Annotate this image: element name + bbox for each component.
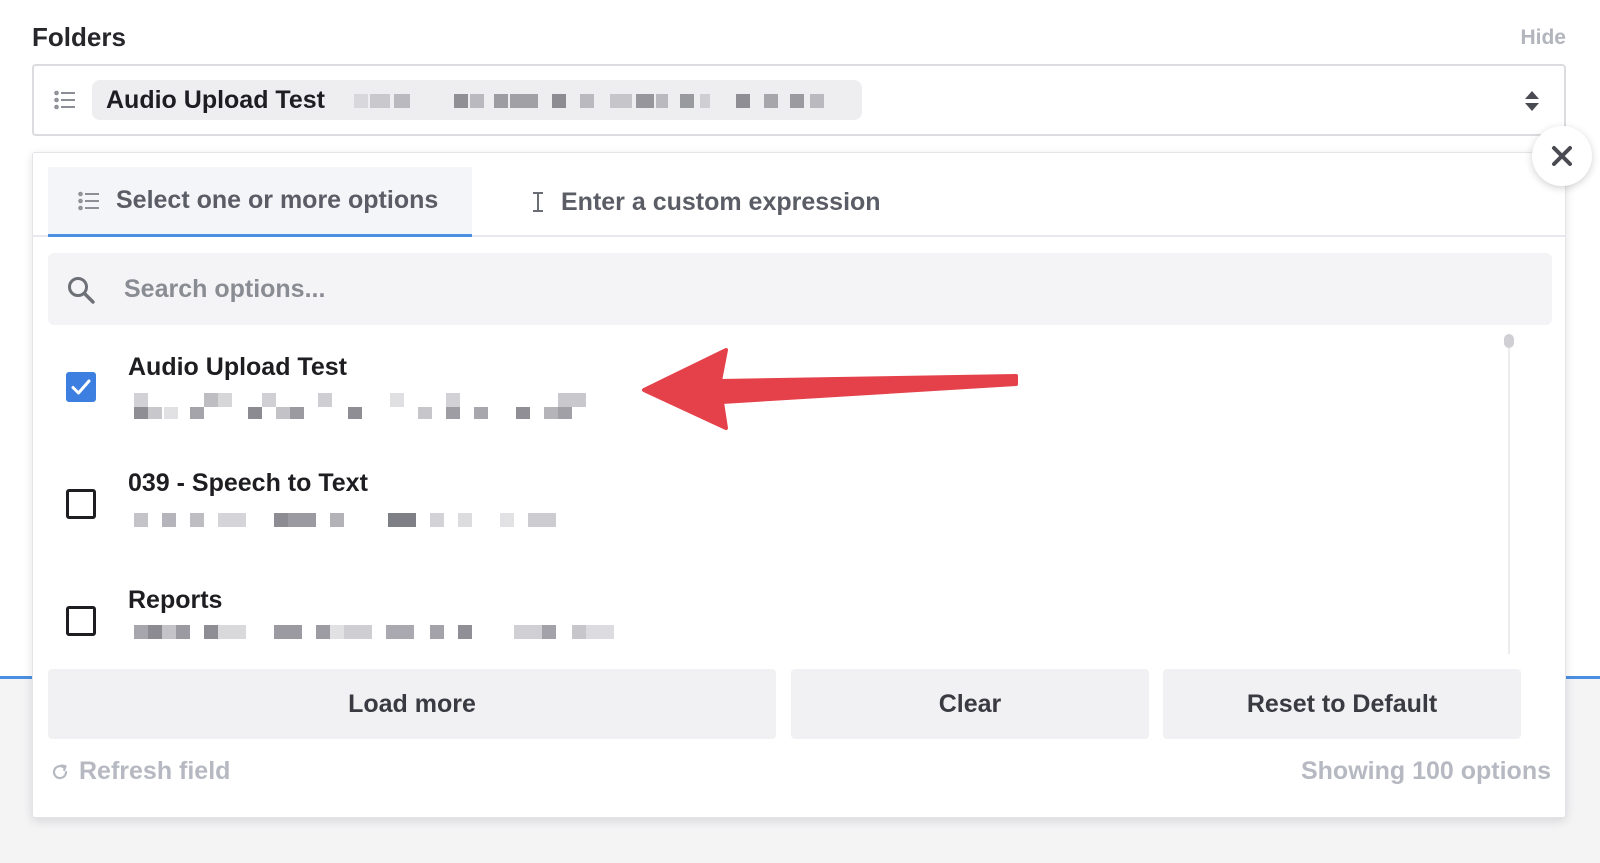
option-title: 039 - Speech to Text xyxy=(128,469,368,497)
list-icon xyxy=(78,191,99,210)
scrollbar-thumb[interactable] xyxy=(1504,334,1514,348)
clear-button[interactable]: Clear xyxy=(791,669,1149,739)
checkbox-checked[interactable] xyxy=(66,372,96,402)
redacted-text xyxy=(354,94,824,108)
hide-link[interactable]: Hide xyxy=(1520,26,1566,50)
selected-chip-label: Audio Upload Test xyxy=(106,86,325,114)
tab-select-options[interactable]: Select one or more options xyxy=(48,167,472,237)
tab-custom-expression-label: Enter a custom expression xyxy=(561,187,881,216)
annotation-arrow xyxy=(642,348,1018,430)
redacted-text xyxy=(134,393,586,419)
tab-bar: Select one or more options Enter a custo… xyxy=(33,153,1565,237)
search-input[interactable] xyxy=(124,269,1524,309)
tab-select-options-label: Select one or more options xyxy=(116,186,439,214)
reset-to-default-button[interactable]: Reset to Default xyxy=(1163,669,1521,739)
refresh-field-link[interactable]: Refresh field xyxy=(51,757,230,786)
checkmark-icon xyxy=(71,379,91,395)
list-icon xyxy=(54,90,75,110)
close-icon xyxy=(1552,146,1572,166)
option-title: Audio Upload Test xyxy=(128,353,347,381)
search-box xyxy=(48,253,1552,325)
screen: Folders Hide Audio Upload Test Select on… xyxy=(0,0,1600,863)
checkbox[interactable] xyxy=(66,606,96,636)
close-button[interactable] xyxy=(1532,126,1592,186)
refresh-field-label: Refresh field xyxy=(79,757,231,785)
scrollbar[interactable] xyxy=(1498,334,1520,654)
option-title: Reports xyxy=(128,586,223,614)
scrollbar-track xyxy=(1508,334,1510,654)
refresh-icon xyxy=(52,763,68,779)
load-more-button[interactable]: Load more xyxy=(48,669,776,739)
search-icon xyxy=(68,277,95,304)
selected-chip: Audio Upload Test xyxy=(92,80,862,120)
list-item[interactable]: 039 - Speech to Text xyxy=(48,455,1513,567)
redacted-text xyxy=(134,625,614,639)
chevron-updown-icon[interactable] xyxy=(1524,90,1540,112)
options-dropdown: Select one or more options Enter a custo… xyxy=(32,152,1566,818)
list-item[interactable]: Reports xyxy=(48,571,1513,657)
options-count: Showing 100 options xyxy=(1300,757,1551,785)
checkbox[interactable] xyxy=(66,489,96,519)
folders-select[interactable]: Audio Upload Test xyxy=(32,64,1566,136)
text-cursor-icon xyxy=(533,192,543,212)
tab-custom-expression[interactable]: Enter a custom expression xyxy=(503,167,963,237)
redacted-text xyxy=(134,513,556,527)
field-label: Folders xyxy=(32,22,126,52)
